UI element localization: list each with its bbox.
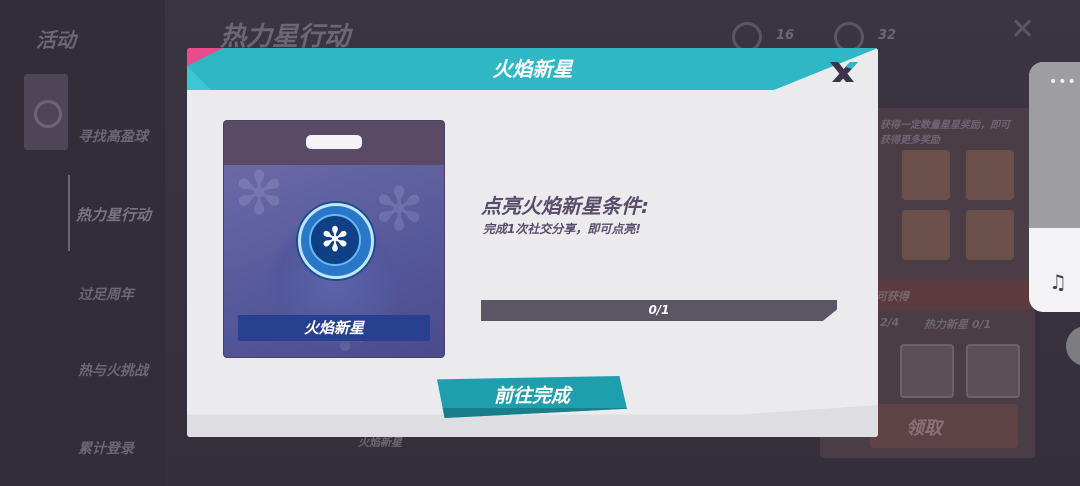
progress-text: 0/1 xyxy=(648,303,670,317)
background-close-icon[interactable]: ✕ xyxy=(1010,12,1035,47)
condition-title: 点亮火焰新星条件: xyxy=(481,194,649,218)
dialog-header: 火焰新星 xyxy=(187,48,878,90)
currency-a-value: 16 xyxy=(776,28,795,43)
claim-button[interactable] xyxy=(870,404,1018,448)
condition-description: 完成1次社交分享，即可点亮! xyxy=(483,222,641,236)
reward-slot-1[interactable] xyxy=(900,344,954,398)
go-complete-button[interactable]: 前往完成 xyxy=(437,376,627,418)
reward-avatar-2 xyxy=(966,150,1014,200)
reward-tip: 获得一定数量星星奖励，即可获得更多奖励 xyxy=(880,120,1010,146)
close-x-icon[interactable] xyxy=(824,58,860,86)
sidebar-item-find[interactable]: 寻找高盈球 xyxy=(78,126,148,146)
activity-tab-icon[interactable] xyxy=(24,74,68,150)
sidebar-item-login[interactable]: 累计登录 xyxy=(78,438,134,458)
more-dots-icon[interactable]: ••• xyxy=(1049,74,1077,90)
go-complete-label: 前往完成 xyxy=(493,385,570,407)
snowflake-medal-icon: ✻ xyxy=(298,203,374,279)
reward-row-label: 可获得 xyxy=(876,290,909,303)
reward-progress-b: 热力新星 0/1 xyxy=(924,318,992,331)
sidebar-item-anniversary[interactable]: 过足周年 xyxy=(78,284,134,304)
reward-avatar-1 xyxy=(902,150,950,200)
activity-section-title: 活动 xyxy=(36,28,76,52)
floating-side-panel[interactable]: ••• ♫ xyxy=(1029,62,1080,312)
currency-b-value: 32 xyxy=(878,28,897,43)
reward-progress-a: 2/4 xyxy=(880,316,900,329)
selected-tab-indicator xyxy=(68,175,70,251)
bg-snowflake-icon: ✻ xyxy=(234,159,285,229)
bg-snowflake-icon: ✻ xyxy=(374,175,425,245)
badge-name: 火焰新星 xyxy=(238,315,430,341)
reward-avatar-3 xyxy=(902,210,950,260)
sidebar-item-challenge[interactable]: 热与火挑战 xyxy=(78,360,148,380)
badge-card: ✻ ✻ ✻ ✻ 火焰新星 xyxy=(223,120,445,358)
progress-bar: 0/1 xyxy=(481,300,837,321)
music-note-icon[interactable]: ♫ xyxy=(1049,270,1067,294)
claim-label: 领取 xyxy=(906,418,942,439)
reward-slot-2[interactable] xyxy=(966,344,1020,398)
reward-avatar-4 xyxy=(966,210,1014,260)
sidebar-item-heat-star[interactable]: 热力星行动 xyxy=(76,204,151,225)
activity-sidebar xyxy=(0,0,165,486)
badge-dialog: 火焰新星 ✻ ✻ ✻ ✻ 火焰新星 点亮火焰新星条件: 完成1次社交分享，即可点… xyxy=(187,48,878,437)
dialog-title: 火焰新星 xyxy=(492,57,573,81)
badge-hanger xyxy=(306,135,362,149)
